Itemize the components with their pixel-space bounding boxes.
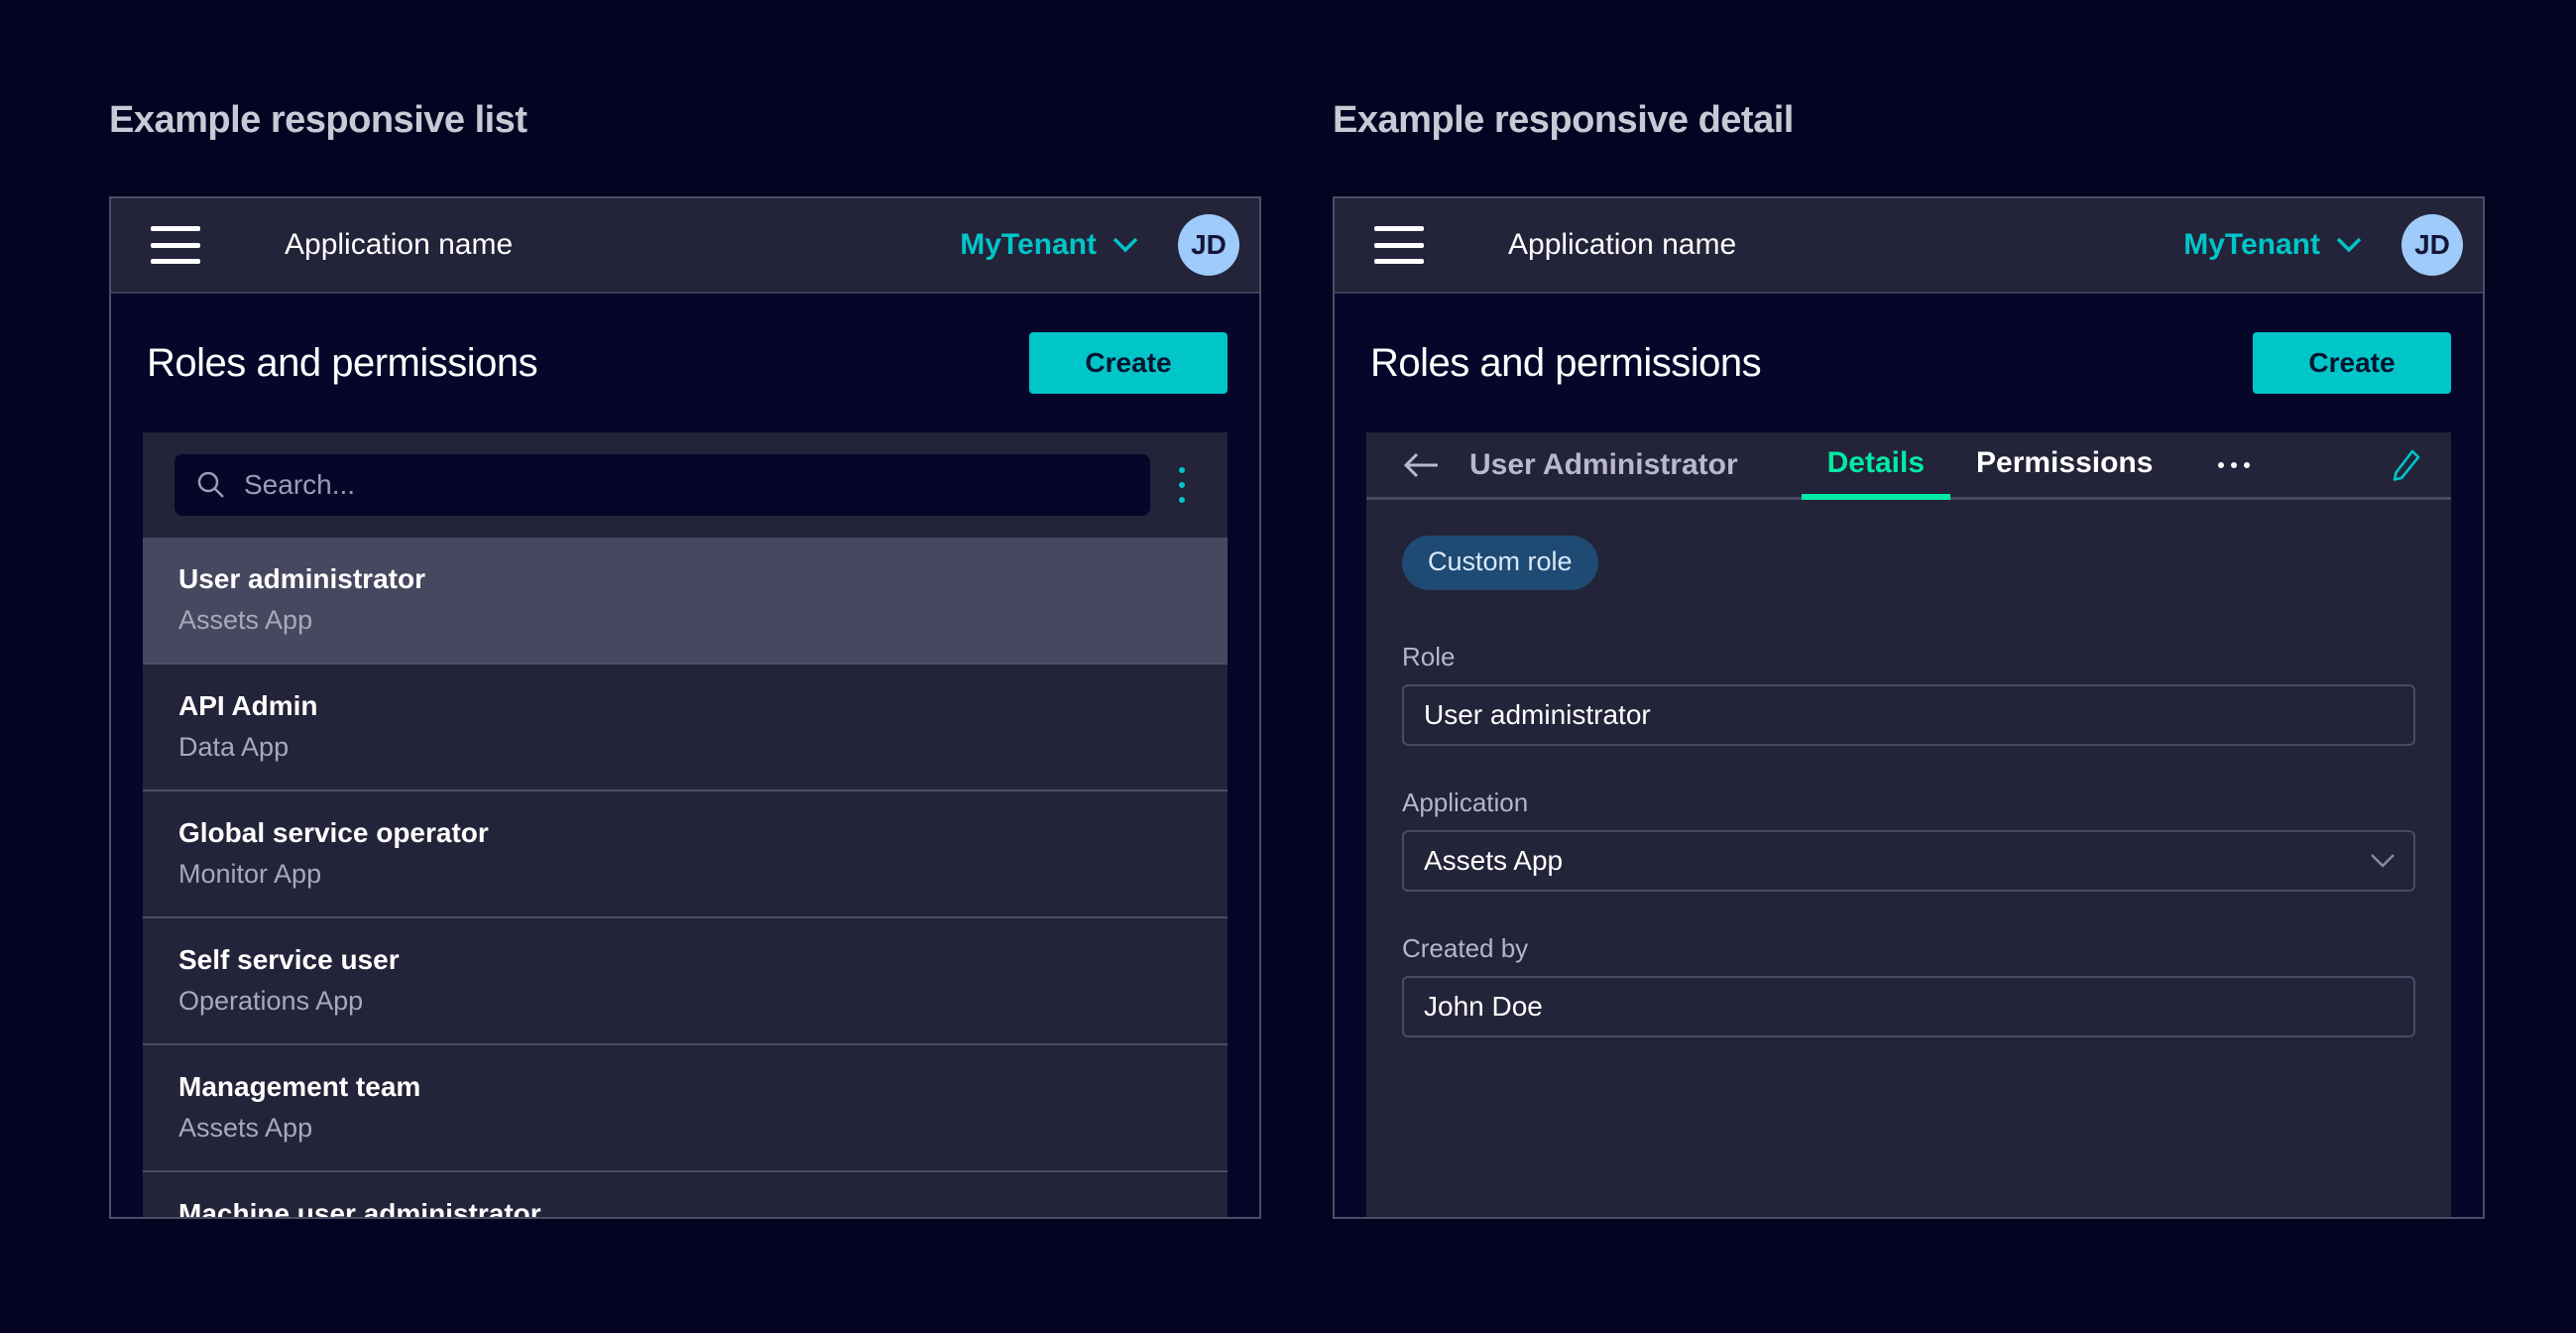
back-button[interactable] — [1402, 451, 1440, 479]
list-item[interactable]: Management team Assets App — [143, 1045, 1228, 1172]
list-item[interactable]: Self service user Operations App — [143, 918, 1228, 1045]
edit-pencil-icon — [2392, 448, 2421, 482]
role-app: Assets App — [178, 1113, 1192, 1144]
role-name: Self service user — [178, 944, 1192, 976]
tenant-name: MyTenant — [2183, 228, 2320, 262]
detail-header: User Administrator Details Permissions — [1366, 432, 2451, 500]
search-box — [175, 454, 1150, 516]
chevron-down-icon — [2336, 237, 2362, 253]
chevron-down-icon — [2370, 853, 2396, 869]
roles-list: User administrator Assets App API Admin … — [143, 538, 1228, 1217]
tab-details[interactable]: Details — [1802, 432, 1950, 500]
role-detail-panel: User Administrator Details Permissions C… — [1366, 432, 2451, 1217]
list-item[interactable]: User administrator Assets App — [143, 538, 1228, 665]
list-item[interactable]: Global service operator Monitor App — [143, 791, 1228, 918]
field-label: Application — [1402, 788, 2415, 818]
field-control — [1402, 684, 2415, 746]
field-input[interactable] — [1424, 845, 2394, 877]
field-control — [1402, 830, 2415, 892]
list-example-card: Application name MyTenant JD Roles and p… — [109, 196, 1261, 1219]
list-title-row: Roles and permissions Create — [111, 294, 1259, 432]
form-field: Application — [1402, 788, 2415, 892]
role-app: Data App — [178, 732, 1192, 763]
app-name: Application name — [285, 228, 513, 262]
menu-icon[interactable] — [151, 226, 200, 264]
detail-fields: Role Application Created by — [1402, 642, 2415, 1037]
page-title: Roles and permissions — [147, 341, 537, 386]
create-button[interactable]: Create — [1029, 332, 1228, 394]
form-field: Created by — [1402, 933, 2415, 1037]
roles-list-panel: User administrator Assets App API Admin … — [143, 432, 1228, 1217]
role-name: Machine user administrator — [178, 1198, 1192, 1217]
detail-example-title: Example responsive detail — [1333, 99, 2485, 149]
role-app: Assets App — [178, 605, 1192, 636]
role-app: Monitor App — [178, 859, 1192, 890]
search-icon — [196, 470, 226, 500]
custom-role-badge: Custom role — [1402, 536, 1598, 590]
role-name: API Admin — [178, 690, 1192, 722]
create-button[interactable]: Create — [2253, 332, 2451, 394]
search-input[interactable] — [244, 469, 1128, 501]
chevron-down-icon — [1112, 237, 1138, 253]
role-name: Global service operator — [178, 817, 1192, 849]
edit-button[interactable] — [2392, 448, 2421, 482]
field-control — [1402, 976, 2415, 1037]
list-item[interactable]: Machine user administrator — [143, 1172, 1228, 1217]
stage: Example responsive list Application name… — [0, 0, 2576, 1219]
overflow-menu-icon[interactable] — [2212, 452, 2256, 478]
detail-title-row: Roles and permissions Create — [1335, 294, 2483, 432]
avatar[interactable]: JD — [1178, 214, 1239, 276]
detail-example-card: Application name MyTenant JD Roles and p… — [1333, 196, 2485, 1219]
tenant-switcher[interactable]: MyTenant — [960, 228, 1138, 262]
avatar[interactable]: JD — [2401, 214, 2463, 276]
role-name: Management team — [178, 1071, 1192, 1103]
tab-permissions[interactable]: Permissions — [1950, 432, 2178, 500]
detail-example: Example responsive detail Application na… — [1333, 99, 2485, 1219]
field-input[interactable] — [1424, 991, 2394, 1023]
app-name: Application name — [1508, 228, 1736, 262]
field-input[interactable] — [1424, 699, 2394, 731]
list-example-title: Example responsive list — [109, 99, 1261, 149]
menu-icon[interactable] — [1374, 226, 1424, 264]
detail-body: Custom role Role Application Created by — [1366, 500, 2451, 1079]
list-item[interactable]: API Admin Data App — [143, 665, 1228, 791]
role-app: Operations App — [178, 986, 1192, 1017]
back-arrow-icon — [1402, 451, 1440, 479]
role-detail-title: User Administrator — [1469, 448, 1738, 482]
page-title: Roles and permissions — [1370, 341, 1761, 386]
search-row — [143, 432, 1228, 538]
field-label: Role — [1402, 642, 2415, 672]
list-example: Example responsive list Application name… — [109, 99, 1261, 1219]
tenant-name: MyTenant — [960, 228, 1097, 262]
app-header: Application name MyTenant JD — [111, 198, 1259, 294]
tenant-switcher[interactable]: MyTenant — [2183, 228, 2362, 262]
form-field: Role — [1402, 642, 2415, 746]
role-name: User administrator — [178, 563, 1192, 595]
field-label: Created by — [1402, 933, 2415, 964]
app-header: Application name MyTenant JD — [1335, 198, 2483, 294]
kebab-menu-icon[interactable] — [1150, 454, 1214, 516]
